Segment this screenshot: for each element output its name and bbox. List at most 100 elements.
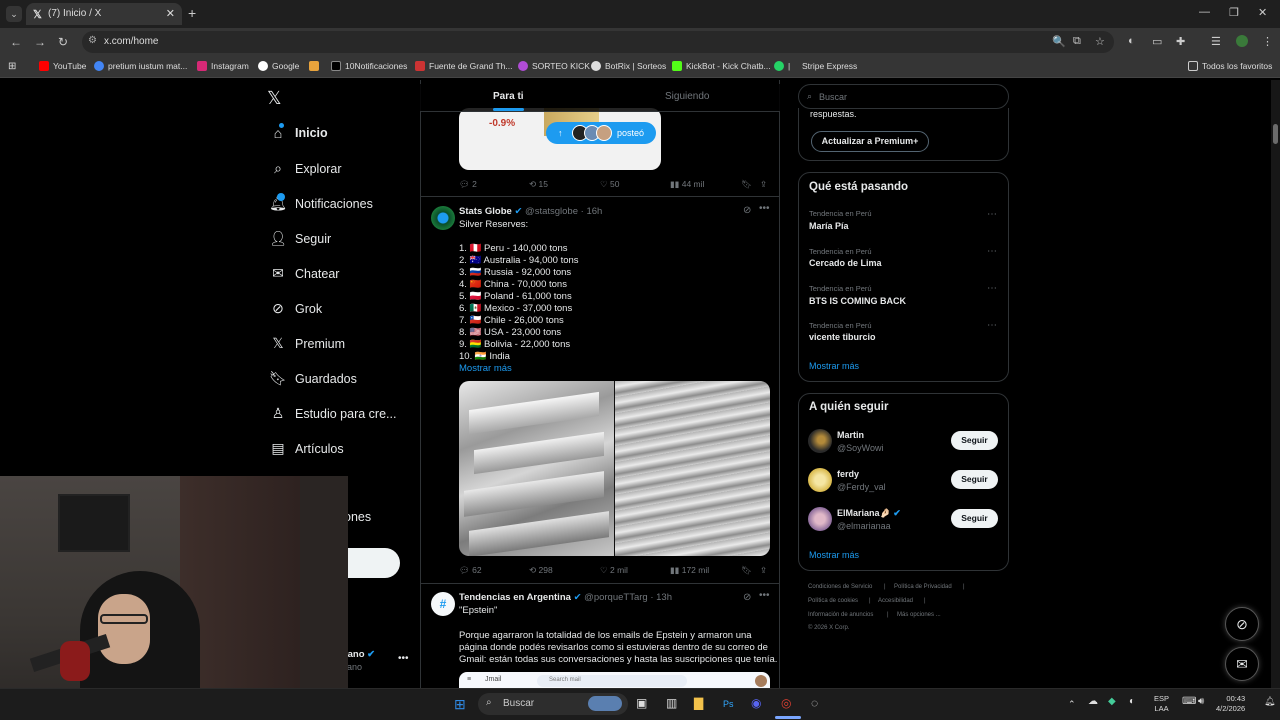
views-button[interactable]: ▮▮ 44 mil xyxy=(670,179,704,190)
reply-button[interactable]: 💬︎ 62 xyxy=(459,565,482,576)
bookmark-pretium[interactable]: pretium iustum mat... xyxy=(94,61,187,71)
bookmark-extra[interactable] xyxy=(309,61,323,71)
avatar[interactable] xyxy=(808,429,832,453)
nav-articles[interactable]: ▤ Artículos xyxy=(268,440,343,457)
site-info-icon[interactable]: ⚙ xyxy=(88,35,97,46)
bookmark-whatsapp[interactable]: | xyxy=(774,61,790,71)
trend-name[interactable]: Cercado de Lima xyxy=(809,258,882,268)
minimize-icon[interactable]: — xyxy=(1199,6,1210,18)
like-button[interactable]: ♡ 2 mil xyxy=(600,565,628,576)
nav-more[interactable]: ones xyxy=(344,510,371,524)
tab-for-you[interactable]: Para ti xyxy=(493,91,524,111)
more-icon[interactable]: ⋯ xyxy=(987,209,997,220)
nav-studio[interactable]: ♙ Estudio para cre... xyxy=(268,405,397,422)
more-icon[interactable]: ••• xyxy=(759,590,770,601)
more-icon[interactable]: ⋯ xyxy=(987,283,997,294)
tweet-time[interactable]: 13h xyxy=(656,592,672,603)
volume-icon[interactable]: 🔊︎ xyxy=(1198,696,1204,707)
footer-link[interactable]: Política de Privacidad xyxy=(894,584,952,590)
forward-icon[interactable]: → xyxy=(34,35,46,49)
bookmark-botrix[interactable]: BotRix | Sorteos xyxy=(591,61,666,71)
clock[interactable]: 00:43 4/2/2026 xyxy=(1216,694,1245,714)
hashtag-avatar-icon[interactable]: # xyxy=(431,592,455,616)
footer-link[interactable]: Política de cookies xyxy=(808,598,858,604)
trend-name[interactable]: BTS IS COMING BACK xyxy=(809,296,906,306)
share-icon[interactable]: ⇪ xyxy=(760,565,767,576)
apps-icon[interactable]: ⊞ xyxy=(8,61,16,72)
new-posts-pill[interactable]: ↑ posteó xyxy=(546,122,656,144)
more-icon[interactable]: ⋯ xyxy=(987,320,997,331)
views-button[interactable]: ▮▮ 172 mil xyxy=(670,565,709,576)
silver-bars-image-2[interactable] xyxy=(615,381,770,556)
browser-tab[interactable]: 𝕏 (7) Inicio / X ✕ xyxy=(26,3,182,25)
maximize-icon[interactable]: ❐ xyxy=(1229,6,1239,19)
extension-icon[interactable]: ◐ xyxy=(1128,35,1135,47)
task-view-icon[interactable]: ▣ xyxy=(636,696,647,710)
avatar[interactable] xyxy=(808,507,832,531)
zoom-icon[interactable]: 🔍 xyxy=(1052,35,1066,48)
author-name[interactable]: Stats Globe xyxy=(459,206,512,217)
grok-fab-icon[interactable]: ⊘ xyxy=(1225,607,1259,641)
follow-name[interactable]: ferdy xyxy=(837,469,859,479)
silver-bars-image-1[interactable] xyxy=(459,381,614,556)
reply-button[interactable]: 💬︎ 2 xyxy=(459,179,477,190)
account-name[interactable]: iano ✔ xyxy=(345,649,375,660)
bookmark-notificaciones[interactable]: 10Notificaciones xyxy=(331,61,407,71)
author-handle[interactable]: @porqueTTarg xyxy=(584,592,648,603)
follow-button[interactable]: Seguir xyxy=(951,470,998,489)
tweet-media[interactable] xyxy=(459,381,770,556)
search-input[interactable]: ⌕ Buscar xyxy=(798,84,1009,109)
follow-button[interactable]: Seguir xyxy=(951,431,998,450)
footer-link[interactable]: Condiciones de Servicio xyxy=(808,584,872,590)
footer-link[interactable]: Más opciones ... xyxy=(897,612,941,618)
scrollbar[interactable] xyxy=(1271,80,1280,688)
language-indicator[interactable]: ESP LAA xyxy=(1154,694,1169,714)
more-icon[interactable]: ⋯ xyxy=(987,246,997,257)
tray-icon[interactable]: ☁ xyxy=(1088,696,1098,707)
windows-start-icon[interactable]: ⊞ xyxy=(454,696,466,713)
more-icon[interactable]: ••• xyxy=(759,203,770,214)
profile-avatar[interactable] xyxy=(1236,35,1248,47)
tab-following[interactable]: Siguiendo xyxy=(665,91,709,102)
network-icon[interactable]: ⌨ xyxy=(1182,696,1196,707)
address-bar[interactable]: ⚙ x.com/home xyxy=(82,31,1114,53)
app-icon[interactable]: ◌ xyxy=(811,696,818,710)
notifications-icon[interactable]: 🔔︎ xyxy=(1264,696,1275,707)
bookmark-icon[interactable]: 🔖︎ xyxy=(741,179,752,190)
puzzle-icon[interactable]: ✚ xyxy=(1176,35,1185,48)
all-bookmarks[interactable]: Todos los favoritos xyxy=(1188,61,1272,71)
avatar[interactable] xyxy=(808,468,832,492)
follow-name[interactable]: Martin xyxy=(837,430,864,440)
share-icon[interactable]: ⇪ xyxy=(760,179,767,190)
follow-show-more[interactable]: Mostrar más xyxy=(809,550,859,560)
tray-chevron-icon[interactable]: ⌃ xyxy=(1068,699,1076,710)
repost-button[interactable]: ⟲ 15 xyxy=(529,179,548,190)
bookmark-youtube[interactable]: YouTube xyxy=(39,61,86,71)
tab-search-button[interactable]: ⌄ xyxy=(6,6,22,22)
bookmark-icon[interactable]: 🔖︎ xyxy=(741,565,752,576)
follow-name[interactable]: ElMariana🤌🏻 ✔ xyxy=(837,508,901,519)
avatar[interactable] xyxy=(431,206,455,230)
trends-show-more[interactable]: Mostrar más xyxy=(809,361,859,371)
nav-chat[interactable]: ✉ Chatear xyxy=(268,265,339,282)
extension2-icon[interactable]: ▭ xyxy=(1152,35,1162,48)
nav-grok[interactable]: ⊘ Grok xyxy=(268,300,322,317)
nav-home[interactable]: ⌂ Inicio xyxy=(268,125,328,141)
tweet-time[interactable]: 16h xyxy=(586,206,602,217)
discord-icon[interactable]: ◉ xyxy=(751,696,761,710)
close-tab-icon[interactable]: ✕ xyxy=(166,7,175,20)
chrome-icon[interactable]: ◎ xyxy=(781,696,791,710)
scrollbar-thumb[interactable] xyxy=(1273,124,1278,144)
taskbar-search[interactable]: ⌕ Buscar xyxy=(478,693,628,715)
tabs-icon[interactable]: ☰ xyxy=(1211,35,1221,48)
bookmark-sorteo[interactable]: SORTEO KICK xyxy=(518,61,590,71)
bookmark-fuente[interactable]: Fuente de Grand Th... xyxy=(415,61,512,71)
footer-link[interactable]: Accesibilidad xyxy=(878,598,913,604)
tray-icon[interactable]: ◆ xyxy=(1108,696,1116,707)
author-name[interactable]: Tendencias en Argentina xyxy=(459,592,571,603)
show-more-link[interactable]: Mostrar más xyxy=(459,363,512,375)
reload-icon[interactable]: ↻ xyxy=(58,35,68,49)
nav-explore[interactable]: ⌕ Explorar xyxy=(268,160,341,177)
app-icon[interactable]: ▥ xyxy=(666,696,677,710)
star-icon[interactable]: ☆ xyxy=(1095,35,1105,48)
